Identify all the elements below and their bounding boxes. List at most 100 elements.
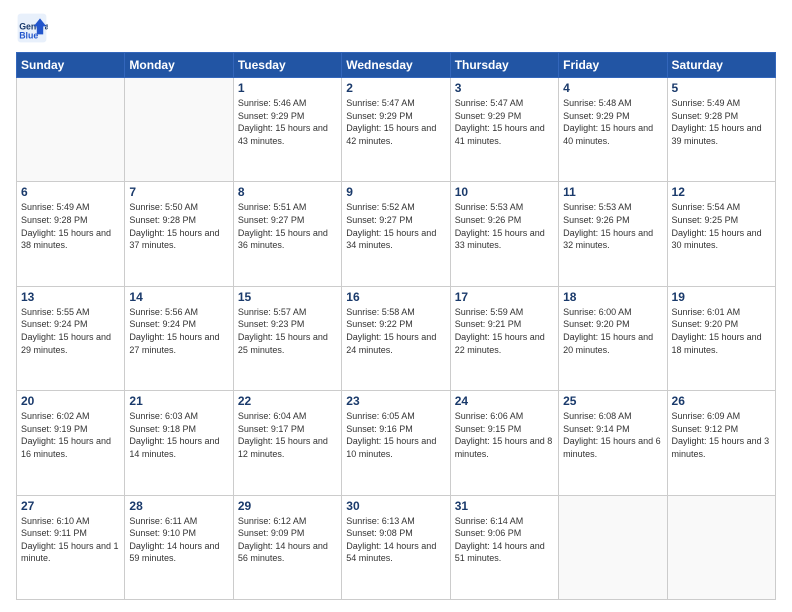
logo: General Blue [16,12,52,44]
day-info: Sunrise: 5:47 AM Sunset: 9:29 PM Dayligh… [455,97,554,147]
day-info: Sunrise: 5:53 AM Sunset: 9:26 PM Dayligh… [563,201,662,251]
day-number: 3 [455,81,554,95]
day-info: Sunrise: 5:52 AM Sunset: 9:27 PM Dayligh… [346,201,445,251]
day-info: Sunrise: 6:11 AM Sunset: 9:10 PM Dayligh… [129,515,228,565]
calendar-cell: 24 Sunrise: 6:06 AM Sunset: 9:15 PM Dayli… [450,391,558,495]
calendar-cell: 9 Sunrise: 5:52 AM Sunset: 9:27 PM Daylig… [342,182,450,286]
calendar-cell: 18Sunrise: 6:00 AM Sunset: 9:20 PM Dayli… [559,286,667,390]
calendar-cell: 12Sunrise: 5:54 AM Sunset: 9:25 PM Dayli… [667,182,775,286]
calendar-cell: 30Sunrise: 6:13 AM Sunset: 9:08 PM Dayli… [342,495,450,599]
calendar-cell [17,78,125,182]
day-number: 2 [346,81,445,95]
day-info: Sunrise: 5:51 AM Sunset: 9:27 PM Dayligh… [238,201,337,251]
day-number: 27 [21,499,120,513]
day-info: Sunrise: 6:06 AM Sunset: 9:15 PM Dayligh… [455,410,554,460]
day-info: Sunrise: 5:47 AM Sunset: 9:29 PM Dayligh… [346,97,445,147]
calendar-cell: 4 Sunrise: 5:48 AM Sunset: 9:29 PM Daylig… [559,78,667,182]
day-info: Sunrise: 5:57 AM Sunset: 9:23 PM Dayligh… [238,306,337,356]
day-number: 8 [238,185,337,199]
day-info: Sunrise: 5:53 AM Sunset: 9:26 PM Dayligh… [455,201,554,251]
day-info: Sunrise: 6:12 AM Sunset: 9:09 PM Dayligh… [238,515,337,565]
day-info: Sunrise: 5:59 AM Sunset: 9:21 PM Dayligh… [455,306,554,356]
calendar-cell: 11 Sunrise: 5:53 AM Sunset: 9:26 PM Dayli… [559,182,667,286]
day-info: Sunrise: 5:54 AM Sunset: 9:25 PM Dayligh… [672,201,771,251]
weekday-header: Saturday [667,53,775,78]
day-info: Sunrise: 6:04 AM Sunset: 9:17 PM Dayligh… [238,410,337,460]
calendar-cell [559,495,667,599]
calendar-week-row: 13 Sunrise: 5:55 AM Sunset: 9:24 PM Dayli… [17,286,776,390]
day-info: Sunrise: 5:49 AM Sunset: 9:28 PM Dayligh… [21,201,120,251]
calendar-cell: 1Sunrise: 5:46 AM Sunset: 9:29 PM Daylig… [233,78,341,182]
calendar-cell: 28Sunrise: 6:11 AM Sunset: 9:10 PM Dayli… [125,495,233,599]
day-number: 9 [346,185,445,199]
day-info: Sunrise: 6:08 AM Sunset: 9:14 PM Dayligh… [563,410,662,460]
day-info: Sunrise: 6:09 AM Sunset: 9:12 PM Dayligh… [672,410,771,460]
calendar-week-row: 6 Sunrise: 5:49 AM Sunset: 9:28 PM Daylig… [17,182,776,286]
calendar-cell: 20 Sunrise: 6:02 AM Sunset: 9:19 PM Dayli… [17,391,125,495]
weekday-header: Wednesday [342,53,450,78]
calendar-cell: 16Sunrise: 5:58 AM Sunset: 9:22 PM Dayli… [342,286,450,390]
weekday-header: Thursday [450,53,558,78]
calendar-cell: 15Sunrise: 5:57 AM Sunset: 9:23 PM Dayli… [233,286,341,390]
day-number: 31 [455,499,554,513]
day-info: Sunrise: 6:05 AM Sunset: 9:16 PM Dayligh… [346,410,445,460]
day-number: 21 [129,394,228,408]
day-number: 18 [563,290,662,304]
calendar-cell: 22 Sunrise: 6:04 AM Sunset: 9:17 PM Dayli… [233,391,341,495]
calendar-cell: 27 Sunrise: 6:10 AM Sunset: 9:11 PM Dayli… [17,495,125,599]
calendar-cell: 7Sunrise: 5:50 AM Sunset: 9:28 PM Daylig… [125,182,233,286]
calendar-cell [667,495,775,599]
day-info: Sunrise: 6:01 AM Sunset: 9:20 PM Dayligh… [672,306,771,356]
calendar-cell: 2 Sunrise: 5:47 AM Sunset: 9:29 PM Daylig… [342,78,450,182]
day-info: Sunrise: 5:50 AM Sunset: 9:28 PM Dayligh… [129,201,228,251]
day-info: Sunrise: 5:48 AM Sunset: 9:29 PM Dayligh… [563,97,662,147]
day-info: Sunrise: 5:58 AM Sunset: 9:22 PM Dayligh… [346,306,445,356]
day-number: 10 [455,185,554,199]
calendar-cell: 17 Sunrise: 5:59 AM Sunset: 9:21 PM Dayli… [450,286,558,390]
header: General Blue [16,12,776,44]
day-info: Sunrise: 5:49 AM Sunset: 9:28 PM Dayligh… [672,97,771,147]
day-number: 5 [672,81,771,95]
logo-icon: General Blue [16,12,48,44]
day-info: Sunrise: 6:13 AM Sunset: 9:08 PM Dayligh… [346,515,445,565]
day-number: 17 [455,290,554,304]
day-info: Sunrise: 6:03 AM Sunset: 9:18 PM Dayligh… [129,410,228,460]
calendar-cell: 31 Sunrise: 6:14 AM Sunset: 9:06 PM Dayli… [450,495,558,599]
day-number: 14 [129,290,228,304]
svg-text:Blue: Blue [19,30,38,40]
page: General Blue SundayMondayTuesdayWednesda… [0,0,792,612]
calendar-cell: 13 Sunrise: 5:55 AM Sunset: 9:24 PM Dayli… [17,286,125,390]
day-info: Sunrise: 6:14 AM Sunset: 9:06 PM Dayligh… [455,515,554,565]
weekday-header: Tuesday [233,53,341,78]
calendar-cell: 6 Sunrise: 5:49 AM Sunset: 9:28 PM Daylig… [17,182,125,286]
day-info: Sunrise: 5:55 AM Sunset: 9:24 PM Dayligh… [21,306,120,356]
calendar-cell: 29 Sunrise: 6:12 AM Sunset: 9:09 PM Dayli… [233,495,341,599]
day-number: 22 [238,394,337,408]
calendar-cell: 5 Sunrise: 5:49 AM Sunset: 9:28 PM Daylig… [667,78,775,182]
calendar-cell: 25Sunrise: 6:08 AM Sunset: 9:14 PM Dayli… [559,391,667,495]
calendar-table: SundayMondayTuesdayWednesdayThursdayFrid… [16,52,776,600]
calendar-week-row: 1Sunrise: 5:46 AM Sunset: 9:29 PM Daylig… [17,78,776,182]
day-number: 13 [21,290,120,304]
weekday-header: Monday [125,53,233,78]
weekday-header: Friday [559,53,667,78]
calendar-cell: 10 Sunrise: 5:53 AM Sunset: 9:26 PM Dayli… [450,182,558,286]
calendar-cell: 23 Sunrise: 6:05 AM Sunset: 9:16 PM Dayli… [342,391,450,495]
day-number: 24 [455,394,554,408]
calendar-cell: 19 Sunrise: 6:01 AM Sunset: 9:20 PM Dayli… [667,286,775,390]
day-info: Sunrise: 6:10 AM Sunset: 9:11 PM Dayligh… [21,515,120,565]
day-number: 20 [21,394,120,408]
day-number: 19 [672,290,771,304]
day-info: Sunrise: 5:56 AM Sunset: 9:24 PM Dayligh… [129,306,228,356]
calendar-cell: 26Sunrise: 6:09 AM Sunset: 9:12 PM Dayli… [667,391,775,495]
day-number: 11 [563,185,662,199]
day-number: 4 [563,81,662,95]
calendar-cell: 14 Sunrise: 5:56 AM Sunset: 9:24 PM Dayli… [125,286,233,390]
day-number: 29 [238,499,337,513]
day-number: 23 [346,394,445,408]
calendar-week-row: 20 Sunrise: 6:02 AM Sunset: 9:19 PM Dayli… [17,391,776,495]
day-number: 6 [21,185,120,199]
day-info: Sunrise: 6:02 AM Sunset: 9:19 PM Dayligh… [21,410,120,460]
calendar-cell [125,78,233,182]
day-info: Sunrise: 5:46 AM Sunset: 9:29 PM Dayligh… [238,97,337,147]
